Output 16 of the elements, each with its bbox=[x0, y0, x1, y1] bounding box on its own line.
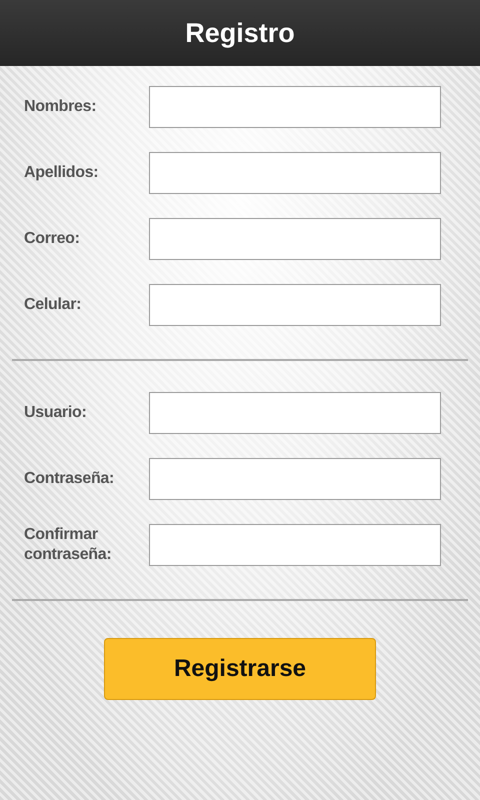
field-label: Usuario: bbox=[24, 403, 88, 423]
input-field[interactable] bbox=[149, 284, 441, 326]
field-label: Nombres: bbox=[24, 97, 98, 117]
input-field[interactable] bbox=[149, 218, 441, 260]
input-field[interactable] bbox=[149, 86, 441, 128]
field-label: Celular: bbox=[24, 295, 82, 315]
field-label: Contraseña: bbox=[24, 469, 116, 489]
register-button[interactable]: Registrarse bbox=[104, 638, 376, 700]
field-label: Correo: bbox=[24, 229, 81, 249]
field-label: Apellidos: bbox=[24, 163, 100, 183]
input-field[interactable] bbox=[149, 392, 441, 434]
input-field[interactable] bbox=[149, 458, 441, 500]
input-field[interactable] bbox=[149, 524, 441, 566]
input-field[interactable] bbox=[149, 152, 441, 194]
screen-title: Registro bbox=[185, 18, 295, 48]
field-label: Confirmar contraseña: bbox=[24, 525, 112, 565]
